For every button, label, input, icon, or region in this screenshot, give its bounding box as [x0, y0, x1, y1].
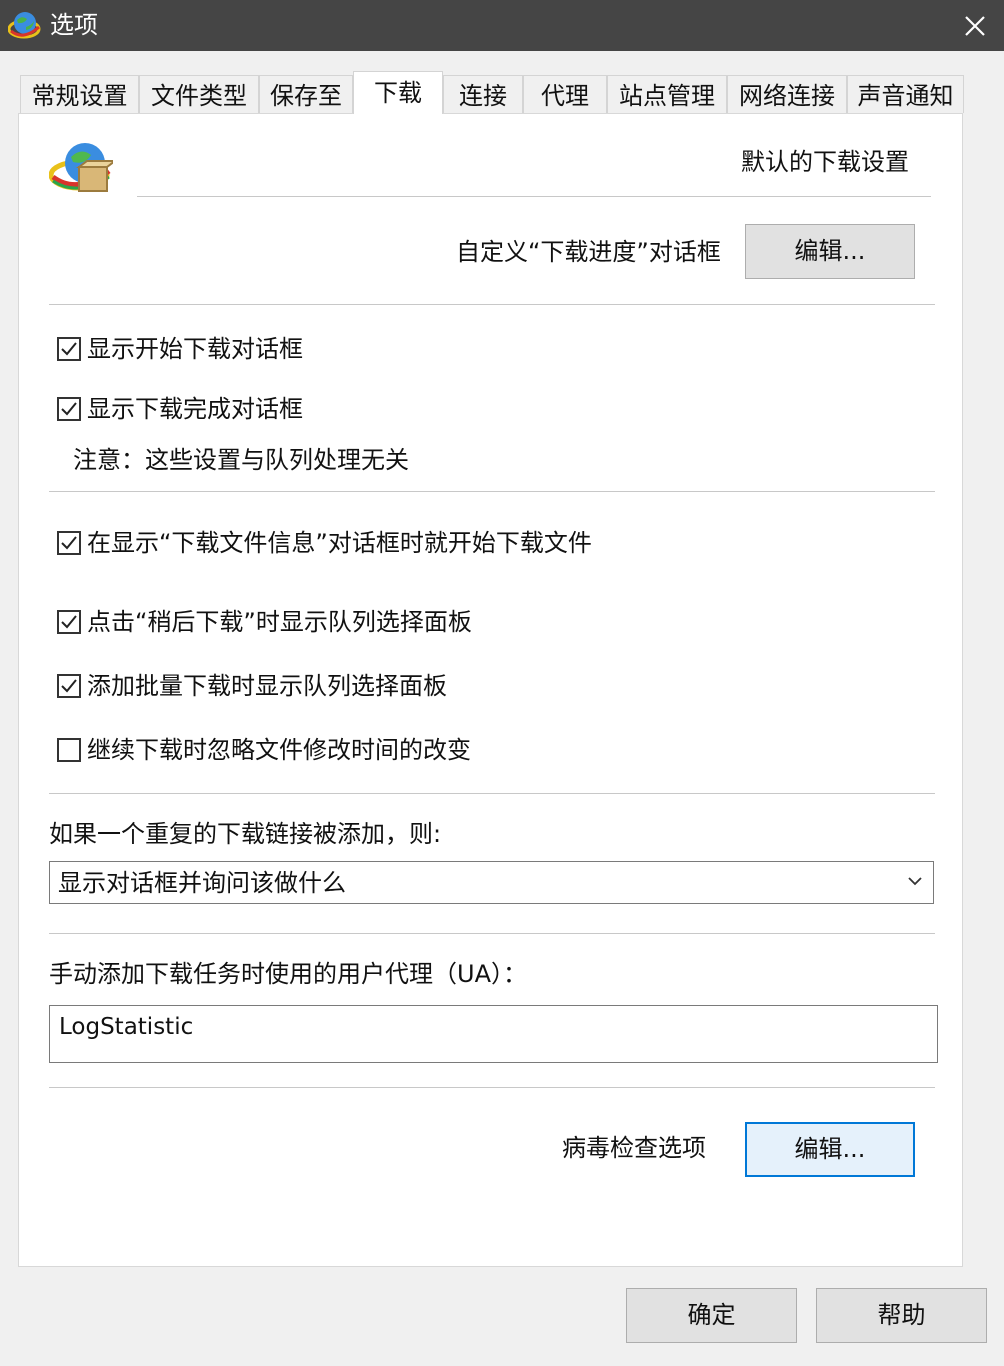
section-title: 默认的下载设置: [741, 148, 909, 176]
tab-download[interactable]: 下载: [353, 71, 443, 114]
progress-dialog-label: 自定义“下载进度”对话框: [456, 238, 721, 266]
tab-general[interactable]: 常规设置: [20, 75, 139, 113]
window-title: 选项: [50, 11, 98, 39]
ignore-modify-time-checkbox[interactable]: [57, 738, 81, 762]
queue-panel-later-label: 点击“稍后下载”时显示队列选择面板: [87, 608, 472, 636]
duplicate-action-value: 显示对话框并询问该做什么: [58, 869, 346, 897]
tab-connection[interactable]: 连接: [443, 75, 523, 113]
divider: [49, 793, 935, 794]
show-complete-dialog-checkbox[interactable]: [57, 397, 81, 421]
idm-globe-icon: [7, 9, 42, 41]
tab-site-management[interactable]: 站点管理: [607, 75, 727, 113]
tab-sound-notify[interactable]: 声音通知: [847, 75, 964, 113]
queue-panel-later-checkbox[interactable]: [57, 610, 81, 634]
queue-note: 注意：这些设置与队列处理无关: [73, 446, 409, 474]
tab-proxy[interactable]: 代理: [523, 75, 607, 113]
show-start-dialog-label: 显示开始下载对话框: [87, 335, 303, 363]
divider: [137, 196, 931, 197]
tab-strip: 常规设置 文件类型 保存至 下载 连接 代理 站点管理 网络连接 声音通知: [20, 71, 985, 114]
tab-save-to[interactable]: 保存至: [259, 75, 353, 113]
download-settings-panel: 默认的下载设置 自定义“下载进度”对话框 编辑... 显示开始下载对话框 显示下…: [18, 113, 963, 1267]
ignore-modify-time-label: 继续下载时忽略文件修改时间的改变: [87, 736, 471, 764]
divider: [49, 1087, 935, 1088]
user-agent-value: LogStatistic: [59, 1014, 194, 1040]
virus-check-label: 病毒检查选项: [562, 1134, 706, 1162]
show-start-dialog-checkbox[interactable]: [57, 337, 81, 361]
help-button[interactable]: 帮助: [816, 1288, 987, 1343]
divider: [49, 933, 935, 934]
tab-file-types[interactable]: 文件类型: [139, 75, 259, 113]
divider: [49, 491, 935, 492]
close-button[interactable]: [944, 0, 1004, 51]
edit-virus-check-button[interactable]: 编辑...: [745, 1122, 915, 1177]
queue-panel-batch-checkbox[interactable]: [57, 674, 81, 698]
duplicate-link-label: 如果一个重复的下载链接被添加，则:: [49, 820, 442, 848]
ok-button[interactable]: 确定: [626, 1288, 797, 1343]
user-agent-label: 手动添加下载任务时使用的用户代理（UA）：: [49, 960, 527, 988]
title-bar: 选项: [0, 0, 1004, 51]
edit-progress-dialog-button[interactable]: 编辑...: [745, 224, 915, 279]
start-on-info-dialog-checkbox[interactable]: [57, 531, 81, 555]
duplicate-action-select[interactable]: 显示对话框并询问该做什么: [49, 861, 934, 904]
user-agent-input[interactable]: LogStatistic: [49, 1005, 938, 1063]
idm-globe-box-icon: [48, 139, 118, 203]
divider: [49, 304, 935, 305]
start-on-info-dialog-label: 在显示“下载文件信息”对话框时就开始下载文件: [87, 529, 592, 557]
tab-network[interactable]: 网络连接: [727, 75, 847, 113]
queue-panel-batch-label: 添加批量下载时显示队列选择面板: [87, 672, 447, 700]
chevron-down-icon: [908, 877, 922, 886]
close-icon[interactable]: [964, 15, 986, 37]
show-complete-dialog-label: 显示下载完成对话框: [87, 395, 303, 423]
